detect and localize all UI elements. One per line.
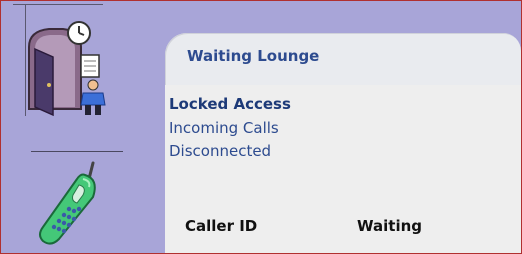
menu-locked-access[interactable]: Locked Access bbox=[169, 95, 291, 113]
menu-disconnected[interactable]: Disconnected bbox=[169, 142, 271, 160]
icon-divider bbox=[31, 151, 123, 152]
column-header-waiting[interactable]: Waiting bbox=[357, 217, 422, 235]
column-header-caller-id[interactable]: Caller ID bbox=[185, 217, 257, 235]
panel-title: Waiting Lounge bbox=[187, 47, 320, 65]
app-frame: Waiting Lounge Locked Access Incoming Ca… bbox=[0, 0, 522, 254]
waiting-lounge-tab: Waiting Lounge bbox=[165, 33, 521, 85]
door-exit-clock-icon[interactable] bbox=[23, 19, 115, 119]
mobile-phone-icon[interactable] bbox=[35, 157, 113, 247]
icon-box-border-top bbox=[13, 4, 103, 5]
waiting-lounge-panel: Locked Access Incoming Calls Disconnecte… bbox=[165, 85, 521, 253]
menu-incoming-calls[interactable]: Incoming Calls bbox=[169, 119, 279, 137]
